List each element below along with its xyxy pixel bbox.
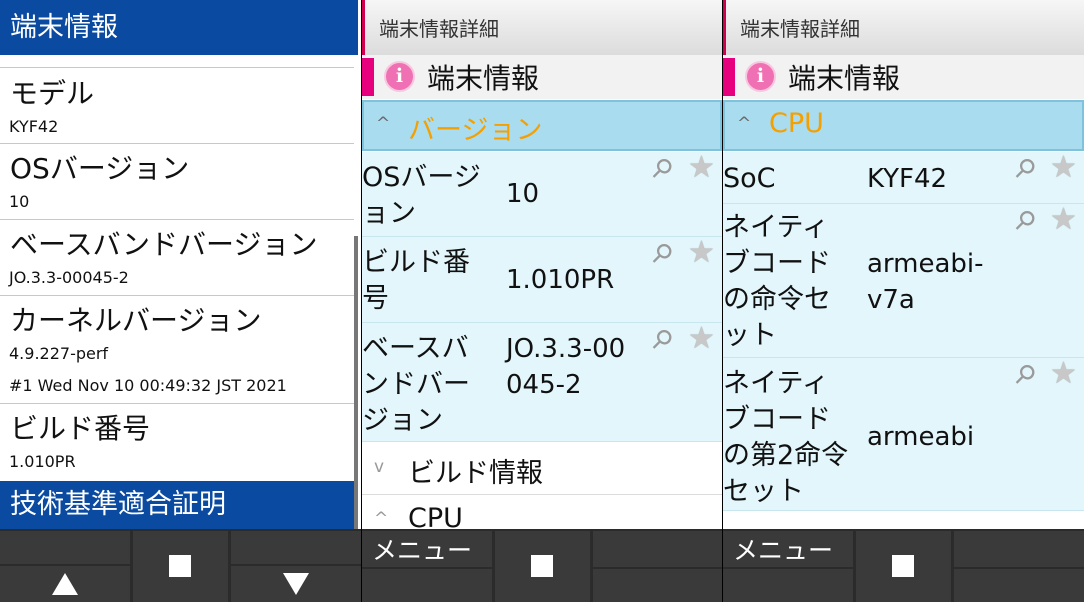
- softkey-bar: メニュー: [723, 529, 1084, 602]
- list-item-value: KYF42: [9, 117, 59, 136]
- list-item-value: JO.3.3-00045-2: [9, 268, 129, 287]
- softkey-bar: メニュー: [362, 529, 722, 602]
- category-header: i 端末情報: [362, 55, 722, 99]
- list-item-tech-certification[interactable]: 技術基準適合証明: [0, 481, 354, 529]
- section-build-info-header[interactable]: v ビルド情報: [362, 443, 722, 495]
- softkey-right-bottom[interactable]: [954, 569, 1084, 602]
- page-title: 端末情報詳細: [723, 0, 1084, 55]
- section-version-header[interactable]: ^ バージョン: [362, 100, 722, 151]
- star-icon[interactable]: ★: [688, 321, 715, 356]
- row-label: OSバージョン: [362, 162, 481, 229]
- paperclip-icon[interactable]: ⚲: [644, 323, 679, 358]
- category-title: 端末情報: [427, 62, 540, 95]
- device-info-list: モデル KYF42 OSバージョン 10 ベースバンドバージョン JO.3.3-…: [0, 55, 358, 529]
- detail-row-soc[interactable]: SoC KYF42 ⚲ ★: [723, 150, 1084, 204]
- category-header: i 端末情報: [723, 55, 1084, 99]
- softkey-bar: [0, 529, 361, 602]
- list-item-kernel-version[interactable]: カーネルバージョン 4.9.227-perf #1 Wed Nov 10 00:…: [0, 295, 354, 403]
- list-item-build-number[interactable]: ビルド番号 1.010PR: [0, 403, 354, 479]
- softkey-right-top[interactable]: [954, 531, 1084, 567]
- device-detail-cpu-panel: 端末情報詳細 i 端末情報 ^ CPU SoC KYF42 ⚲ ★ ネイティブコ…: [723, 0, 1084, 602]
- section-cpu-header[interactable]: ^ CPU: [723, 100, 1084, 151]
- paperclip-icon[interactable]: ⚲: [1007, 152, 1042, 187]
- chevron-up-icon: ^: [737, 114, 752, 134]
- chevron-up-icon: ^: [376, 114, 391, 134]
- detail-row-native-secondary-instruction-set[interactable]: ネイティブコードの第2命令セット armeabi ⚲ ★: [723, 356, 1084, 511]
- accent-bar: [723, 58, 735, 96]
- accent-bar: [362, 58, 374, 96]
- row-label: ビルド番号: [362, 247, 470, 314]
- stop-square-icon: [169, 555, 191, 577]
- paperclip-icon[interactable]: ⚲: [644, 237, 679, 272]
- softkey-down[interactable]: [231, 566, 361, 602]
- row-value: JO.3.3-00045-2: [506, 334, 626, 400]
- category-title: 端末情報: [788, 62, 901, 95]
- softkey-right-bottom[interactable]: [593, 569, 722, 602]
- list-item-value-2: #1 Wed Nov 10 00:49:32 JST 2021: [9, 376, 287, 395]
- page-title: 端末情報: [0, 0, 358, 55]
- softkey-center[interactable]: [495, 531, 590, 602]
- softkey-center[interactable]: [856, 531, 951, 602]
- star-icon[interactable]: ★: [1050, 202, 1077, 237]
- scrollbar[interactable]: [354, 236, 358, 529]
- list-item-title: OSバージョン: [10, 152, 190, 185]
- row-label: ベースバンドバージョン: [362, 333, 470, 436]
- softkey-right-top[interactable]: [231, 531, 361, 564]
- softkey-left-bottom[interactable]: [723, 569, 853, 602]
- arrow-down-icon: [283, 573, 309, 595]
- row-label: SoC: [723, 163, 776, 194]
- list-item-title: モデル: [10, 77, 95, 110]
- arrow-up-icon: [52, 573, 78, 595]
- detail-row-native-instruction-set[interactable]: ネイティブコードの命令セット armeabi-v7a ⚲ ★: [723, 202, 1084, 358]
- list-item-title: ビルド番号: [10, 412, 151, 445]
- star-icon[interactable]: ★: [1050, 356, 1077, 391]
- row-value: armeabi-v7a: [867, 249, 984, 315]
- softkey-up[interactable]: [0, 566, 130, 602]
- softkey-left-top[interactable]: [0, 531, 130, 564]
- paperclip-icon[interactable]: ⚲: [1007, 358, 1042, 393]
- detail-row-build-number[interactable]: ビルド番号 1.010PR ⚲ ★: [362, 235, 722, 323]
- paperclip-icon[interactable]: ⚲: [1007, 204, 1042, 239]
- paperclip-icon[interactable]: ⚲: [644, 152, 679, 187]
- chevron-down-icon: v: [374, 457, 385, 477]
- star-icon[interactable]: ★: [688, 150, 715, 185]
- device-detail-version-panel: 端末情報詳細 i 端末情報 ^ バージョン OSバージョン 10 ⚲ ★ ビルド…: [362, 0, 722, 602]
- info-icon: i: [745, 61, 776, 92]
- row-value: 1.010PR: [506, 265, 615, 295]
- list-item-model[interactable]: モデル KYF42: [0, 67, 354, 143]
- list-item-value: 10: [9, 192, 30, 211]
- softkey-center[interactable]: [133, 531, 228, 602]
- page-title: 端末情報詳細: [362, 0, 722, 55]
- list-item-baseband-version[interactable]: ベースバンドバージョン JO.3.3-00045-2: [0, 219, 354, 295]
- info-icon: i: [384, 61, 415, 92]
- list-item-title: ベースバンドバージョン: [10, 228, 318, 261]
- device-info-panel: 端末情報 モデル KYF42 OSバージョン 10 ベースバンドバージョン JO…: [0, 0, 361, 602]
- list-item-value: 4.9.227-perf: [9, 344, 109, 363]
- list-item-title: カーネルバージョン: [10, 304, 262, 337]
- section-title: ビルド情報: [408, 458, 543, 489]
- detail-row-os-version[interactable]: OSバージョン 10 ⚲ ★: [362, 150, 722, 237]
- row-value: armeabi: [867, 422, 975, 452]
- list-item-value: 1.010PR: [9, 452, 76, 471]
- row-label: ネイティブコードの第2命令セット: [723, 368, 849, 507]
- star-icon[interactable]: ★: [1050, 150, 1077, 185]
- chevron-up-icon: ^: [374, 509, 389, 529]
- menu-softkey[interactable]: メニュー: [723, 531, 853, 567]
- row-label: ネイティブコードの命令セット: [723, 212, 831, 351]
- menu-softkey[interactable]: メニュー: [362, 531, 492, 567]
- stop-square-icon: [531, 555, 553, 577]
- row-value: 10: [506, 179, 540, 209]
- star-icon[interactable]: ★: [688, 235, 715, 270]
- softkey-left-bottom[interactable]: [362, 569, 492, 602]
- section-title: CPU: [769, 108, 824, 139]
- detail-row-baseband-version[interactable]: ベースバンドバージョン JO.3.3-00045-2 ⚲ ★: [362, 321, 722, 442]
- softkey-right-top[interactable]: [593, 531, 722, 567]
- row-value: KYF42: [867, 164, 948, 194]
- section-title: バージョン: [408, 115, 543, 146]
- stop-square-icon: [892, 555, 914, 577]
- list-item-os-version[interactable]: OSバージョン 10: [0, 143, 354, 219]
